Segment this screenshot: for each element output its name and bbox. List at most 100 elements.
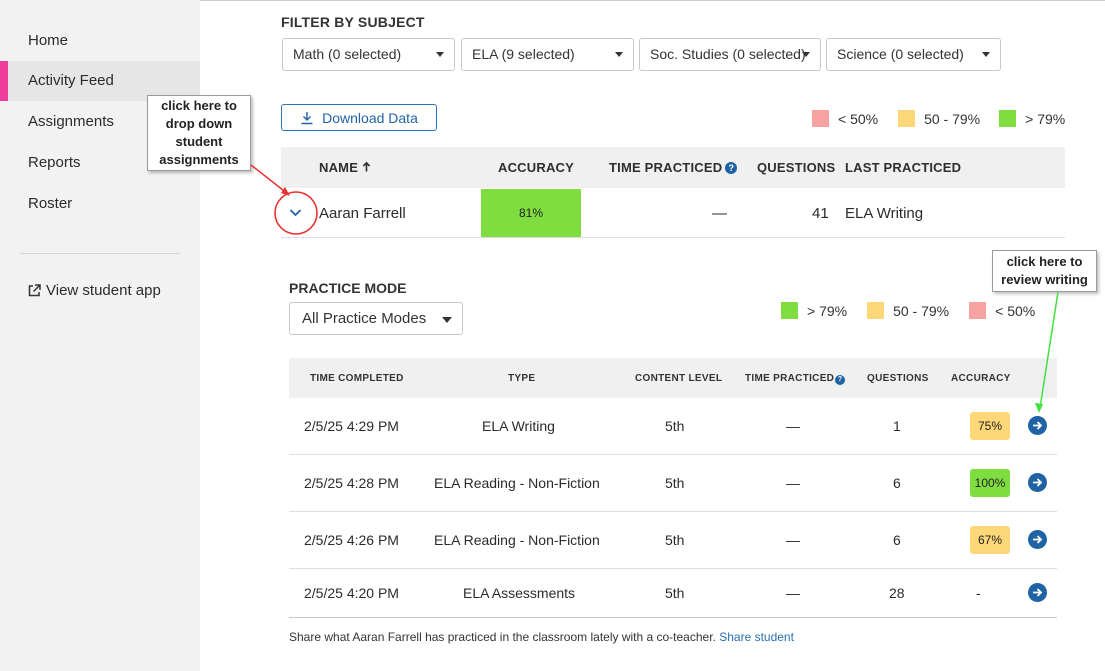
review-arrow-button[interactable] <box>1028 530 1047 549</box>
arrow-right-icon <box>1033 478 1043 487</box>
soc-studies-select-value: Soc. Studies (0 selected) <box>650 46 806 62</box>
student-name[interactable]: Aaran Farrell <box>319 205 406 222</box>
view-student-app-link[interactable]: View student app <box>28 282 161 299</box>
review-arrow-button[interactable] <box>1028 583 1047 602</box>
chevron-down-icon <box>982 52 990 57</box>
row-content-level: 5th <box>665 418 685 434</box>
arrow-right-icon <box>1033 588 1043 597</box>
row-time-practiced: — <box>786 585 800 601</box>
time-practiced-column-header[interactable]: TIME PRACTICED? <box>609 160 738 175</box>
download-data-button[interactable]: Download Data <box>281 104 437 131</box>
chevron-down-icon <box>615 52 623 57</box>
sort-up-arrow-icon <box>362 161 371 172</box>
info-icon[interactable]: ? <box>725 162 738 174</box>
science-select-value: Science (0 selected) <box>837 46 964 62</box>
ela-select-value: ELA (9 selected) <box>472 46 575 62</box>
soc-studies-select[interactable]: Soc. Studies (0 selected) <box>639 38 821 71</box>
practice-legend-item-low: < 50% <box>969 302 1035 319</box>
type-header: TYPE <box>508 373 536 384</box>
callout-line: click here to <box>1006 254 1083 269</box>
legend-label-high: > 79% <box>1025 110 1066 127</box>
callout-line: drop down <box>165 116 233 131</box>
row-questions: 1 <box>893 418 901 434</box>
practice-legend-item-mid: 50 - 79% <box>867 302 949 319</box>
practice-legend: > 79% 50 - 79% < 50% <box>781 302 1035 319</box>
review-callout: click here to review writing <box>992 250 1097 292</box>
legend-item-high: > 79% <box>999 110 1065 127</box>
row-time-practiced: — <box>786 418 800 434</box>
science-select[interactable]: Science (0 selected) <box>826 38 1001 71</box>
share-student-link[interactable]: Share student <box>719 630 794 644</box>
name-header-label: NAME <box>319 160 359 175</box>
top-divider <box>200 0 1105 1</box>
last-practiced-column-header[interactable]: LAST PRACTICED <box>845 160 961 175</box>
filter-heading: FILTER BY SUBJECT <box>281 14 425 30</box>
chevron-down-icon <box>436 52 444 57</box>
download-data-label: Download Data <box>322 109 418 126</box>
review-arrow-button[interactable] <box>1028 416 1047 435</box>
practice-legend-swatch-low <box>969 302 987 319</box>
questions-header: QUESTIONS <box>867 373 929 384</box>
row-divider <box>289 568 1057 569</box>
math-select[interactable]: Math (0 selected) <box>282 38 455 71</box>
dropdown-callout: click here to drop down student assignme… <box>147 95 251 171</box>
arrow-right-icon <box>1033 535 1043 544</box>
legend-item-mid: 50 - 79% <box>898 110 980 127</box>
practice-legend-swatch-high <box>781 302 798 319</box>
name-column-header[interactable]: NAME <box>319 160 371 175</box>
student-time-practiced: — <box>712 205 727 222</box>
row-type: ELA Reading - Non-Fiction <box>434 532 600 548</box>
legend-label-low: < 50% <box>838 110 879 127</box>
chevron-down-icon[interactable] <box>288 205 303 220</box>
row-type: ELA Reading - Non-Fiction <box>434 475 600 491</box>
red-arrow-head <box>281 187 290 196</box>
practice-legend-label-high: > 79% <box>807 302 848 319</box>
practice-mode-select-value: All Practice Modes <box>302 310 427 327</box>
callout-line: click here to <box>161 98 237 113</box>
practice-legend-swatch-mid <box>867 302 885 319</box>
row-divider <box>289 454 1057 455</box>
questions-column-header[interactable]: QUESTIONS <box>757 160 835 175</box>
callout-line: assignments <box>159 152 239 167</box>
info-icon[interactable]: ? <box>835 375 846 385</box>
row-time-completed: 2/5/25 4:26 PM <box>304 532 399 548</box>
row-accuracy-badge: 100% <box>970 469 1010 497</box>
accuracy-column-header[interactable]: ACCURACY <box>498 160 574 175</box>
student-questions: 41 <box>812 205 829 222</box>
download-icon <box>301 111 313 124</box>
row-type: ELA Assessments <box>463 585 576 601</box>
practice-mode-select[interactable]: All Practice Modes <box>289 302 463 335</box>
time-practiced-header-label: TIME PRACTICED <box>609 160 723 175</box>
callout-line: review writing <box>1001 272 1088 287</box>
review-arrow-button[interactable] <box>1028 473 1047 492</box>
chevron-down-icon <box>802 52 810 57</box>
sidebar-divider <box>20 253 180 254</box>
legend-swatch-high <box>999 110 1017 127</box>
share-footer: Share what Aaran Farrell has practiced i… <box>289 630 794 644</box>
row-questions: 28 <box>889 585 905 601</box>
share-footer-text: Share what Aaran Farrell has practiced i… <box>289 630 716 644</box>
practice-legend-label-low: < 50% <box>995 302 1036 319</box>
ela-select[interactable]: ELA (9 selected) <box>461 38 634 71</box>
external-link-icon <box>28 284 41 297</box>
row-time-completed: 2/5/25 4:20 PM <box>304 585 399 601</box>
row-questions: 6 <box>893 475 901 491</box>
student-last-practiced: ELA Writing <box>845 205 924 222</box>
page: Home Activity Feed Assignments Reports R… <box>0 0 1105 671</box>
practice-mode-heading: PRACTICE MODE <box>289 280 407 296</box>
student-accuracy-cell: 81% <box>481 189 581 237</box>
practice-legend-item-high: > 79% <box>781 302 847 319</box>
row-questions: 6 <box>893 532 901 548</box>
practice-legend-label-mid: 50 - 79% <box>893 302 950 319</box>
row-time-practiced: — <box>786 532 800 548</box>
accuracy-header: ACCURACY <box>951 373 1011 384</box>
row-accuracy-empty: - <box>976 585 981 601</box>
time-practiced-header-text: TIME PRACTICED <box>745 373 835 384</box>
callout-line: student <box>175 134 223 149</box>
arrow-right-icon <box>1033 421 1043 430</box>
sidebar-item-home[interactable]: Home <box>0 21 200 61</box>
sidebar-item-roster[interactable]: Roster <box>0 184 200 224</box>
row-time-completed: 2/5/25 4:28 PM <box>304 475 399 491</box>
row-content-level: 5th <box>665 532 685 548</box>
row-type: ELA Writing <box>482 418 555 434</box>
